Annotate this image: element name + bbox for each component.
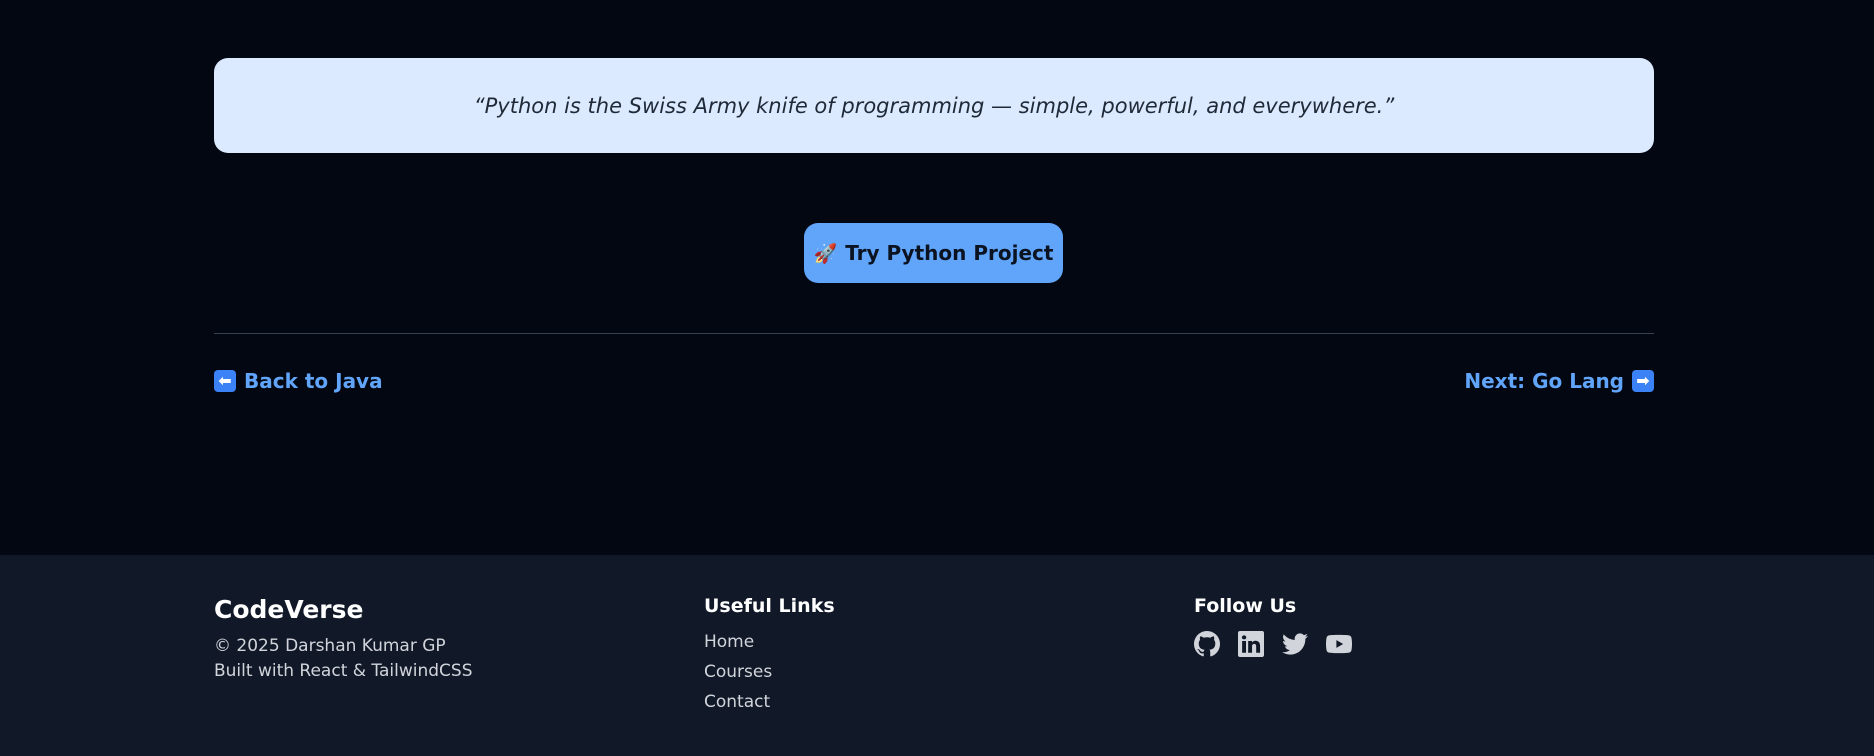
next-go-lang-link[interactable]: Next: Go Lang ➡ [1464,366,1654,396]
quote-text: “Python is the Swiss Army knife of progr… [473,93,1395,118]
main-content: “Python is the Swiss Army knife of progr… [0,0,1874,555]
footer-link-home[interactable]: Home [704,627,835,657]
built-with-text: Built with React & TailwindCSS [214,661,473,681]
arrow-left-icon: ⬅ [214,370,236,392]
linkedin-icon[interactable] [1238,631,1264,657]
footer-link-courses[interactable]: Courses [704,657,835,687]
try-python-project-button[interactable]: 🚀 Try Python Project [804,223,1063,283]
useful-links-heading: Useful Links [704,595,835,617]
youtube-icon[interactable] [1325,631,1353,657]
footer-brand: CodeVerse © 2025 Darshan Kumar GP Built … [214,595,473,684]
back-to-java-link[interactable]: ⬅ Back to Java [214,366,383,396]
next-link-label: Next: Go Lang [1464,369,1624,393]
footer-useful-links: Useful Links Home Courses Contact [704,595,835,717]
footer-follow-us: Follow Us [1194,595,1353,657]
arrow-right-icon: ➡ [1632,370,1654,392]
social-icons [1194,631,1353,657]
brand-name: CodeVerse [214,595,364,624]
cta-label: Try Python Project [845,241,1054,265]
twitter-icon[interactable] [1282,631,1308,657]
back-link-label: Back to Java [244,369,383,393]
github-icon[interactable] [1194,631,1220,657]
copyright-text: © 2025 Darshan Kumar GP [214,636,446,656]
footer-link-contact[interactable]: Contact [704,687,835,717]
follow-us-heading: Follow Us [1194,595,1297,617]
rocket-icon: 🚀 [813,242,838,265]
quote-box: “Python is the Swiss Army knife of progr… [214,58,1654,153]
footer: CodeVerse © 2025 Darshan Kumar GP Built … [0,555,1874,756]
divider [214,333,1654,334]
